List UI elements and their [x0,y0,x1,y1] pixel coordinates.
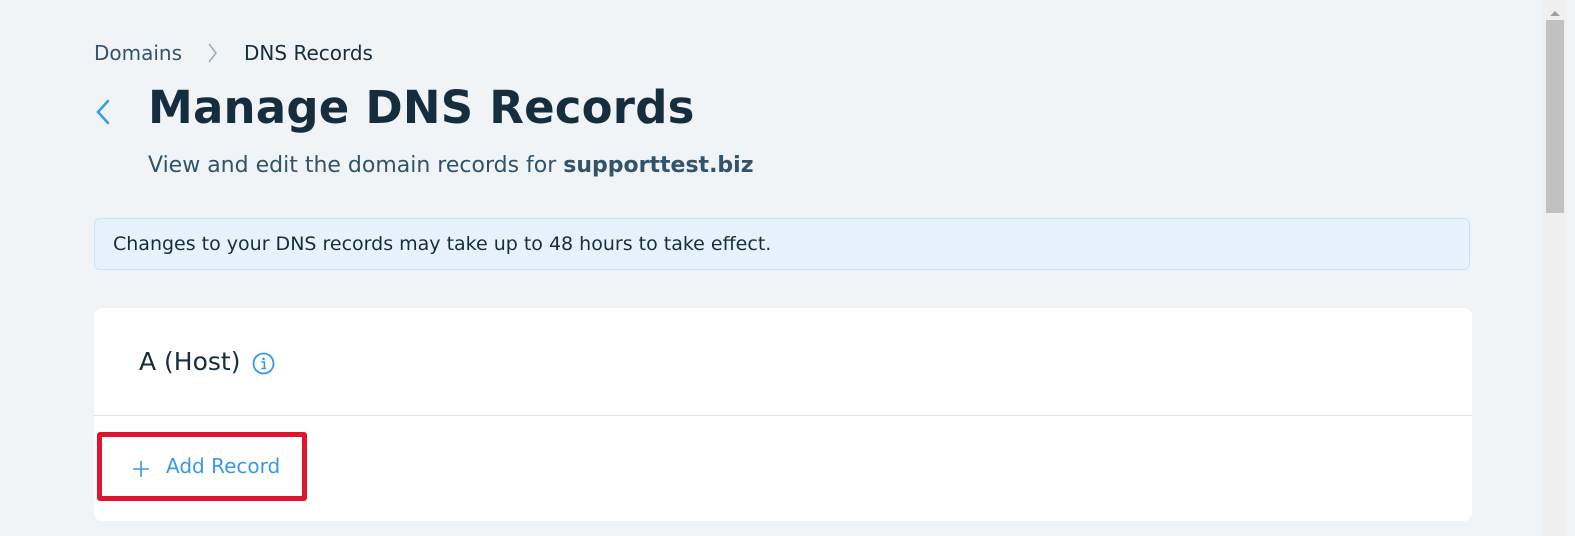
back-button[interactable] [94,98,112,126]
notice-text: Changes to your DNS records may take up … [113,233,772,255]
scroll-up-arrow-icon[interactable] [1549,2,1561,16]
scrollbar-thumb[interactable] [1546,20,1564,213]
vertical-scrollbar[interactable] [1543,0,1567,536]
add-record-label: Add Record [166,454,281,478]
page-title: Manage DNS Records [148,81,695,134]
breadcrumb-current: DNS Records [244,41,373,65]
add-record-button[interactable]: Add Record [132,452,280,480]
chevron-right-icon [202,42,222,64]
domain-name: supporttest.biz [563,153,754,178]
dns-propagation-notice: Changes to your DNS records may take up … [94,218,1470,270]
page-subtitle: View and edit the domain records for sup… [148,151,754,181]
section-title: A (Host) [139,347,241,376]
chevron-left-icon [96,99,110,125]
plus-icon [132,457,150,477]
breadcrumb-domains-link[interactable]: Domains [94,40,182,66]
a-host-records-card: A (Host) Add Record [94,308,1472,521]
breadcrumb: Domains DNS Records [94,40,373,66]
subtitle-text: View and edit the domain records for [148,153,564,178]
card-header: A (Host) [94,308,1472,416]
info-icon[interactable] [252,352,275,375]
